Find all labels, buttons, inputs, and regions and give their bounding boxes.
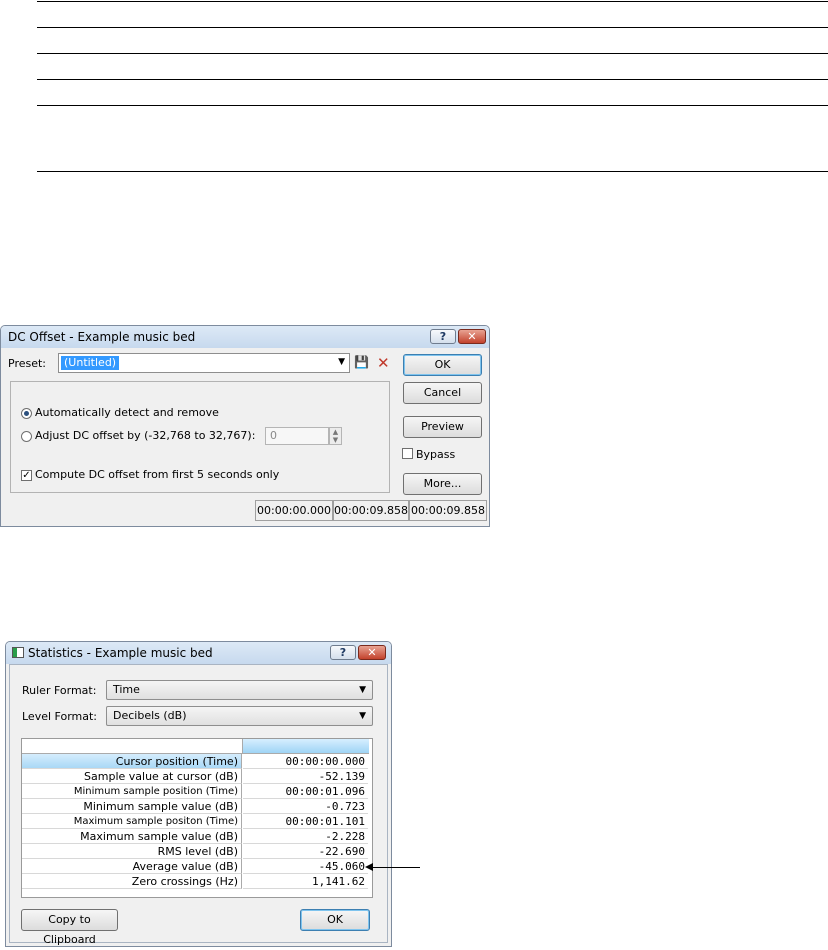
chevron-down-icon[interactable]: ▼ xyxy=(338,357,345,367)
compute-offset-checkbox[interactable]: ✓ xyxy=(21,470,32,481)
ruler-format-label: Ruler Format: xyxy=(22,684,97,697)
table-row[interactable]: Minimum sample position (Time) 00:00:01.… xyxy=(22,784,368,799)
stat-value: -45.060 xyxy=(243,859,368,874)
table-row[interactable]: Sample value at cursor (dB) -52.139 xyxy=(22,769,368,784)
adjust-offset-label[interactable]: Adjust DC offset by (-32,768 to 32,767): xyxy=(35,429,255,442)
preset-value[interactable]: (Untitled) xyxy=(61,356,120,370)
table-header-value[interactable] xyxy=(242,739,369,754)
adjust-offset-radio[interactable] xyxy=(21,431,32,442)
dc-offset-window: DC Offset - Example music bed ? ✕ Preset… xyxy=(0,325,490,527)
preset-combo[interactable]: (Untitled) ▼ xyxy=(58,353,350,373)
table-row[interactable]: RMS level (dB) -22.690 xyxy=(22,844,368,859)
rule-2 xyxy=(37,27,828,28)
rule-6 xyxy=(37,171,828,172)
stat-value: -52.139 xyxy=(243,769,368,784)
ok-button[interactable]: OK xyxy=(403,354,482,376)
statistics-table[interactable]: Cursor position (Time) 00:00:00.000 Samp… xyxy=(21,738,373,898)
stat-name: Maximum sample positon (Time) xyxy=(22,814,242,829)
copy-to-clipboard-button[interactable]: Copy to Clipboard xyxy=(21,909,118,946)
statistics-client: Ruler Format: Time ▼ Level Format: Decib… xyxy=(9,664,388,946)
close-button[interactable]: ✕ xyxy=(458,329,486,344)
spin-stepper[interactable]: ▲ ▼ xyxy=(329,427,342,445)
help-button[interactable]: ? xyxy=(430,329,456,344)
spin-down-icon[interactable]: ▼ xyxy=(330,436,341,444)
rule-5 xyxy=(37,105,828,106)
more-button[interactable]: More... xyxy=(403,473,482,495)
stat-name: Minimum sample value (dB) xyxy=(22,799,242,814)
table-row[interactable]: Cursor position (Time) 00:00:00.000 xyxy=(22,754,368,769)
statistics-titlebar[interactable]: Statistics - Example music bed ? ✕ xyxy=(6,642,391,664)
rule-3 xyxy=(37,53,828,54)
level-format-value[interactable]: Decibels (dB) xyxy=(113,709,187,722)
stat-value: -22.690 xyxy=(243,844,368,859)
table-row[interactable]: Zero crossings (Hz) 1,141.62 xyxy=(22,874,368,889)
rule-4 xyxy=(37,79,828,80)
table-row[interactable]: Average value (dB) -45.060 xyxy=(22,859,368,874)
chevron-down-icon[interactable]: ▼ xyxy=(359,707,366,725)
ruler-format-select[interactable]: Time ▼ xyxy=(106,680,373,700)
stat-name: Sample value at cursor (dB) xyxy=(22,769,242,784)
table-row[interactable]: Minimum sample value (dB) -0.723 xyxy=(22,799,368,814)
stat-name: Cursor position (Time) xyxy=(22,754,242,769)
statistics-title: Statistics - Example music bed xyxy=(28,646,213,660)
spin-up-icon[interactable]: ▲ xyxy=(330,428,341,436)
stat-name: Average value (dB) xyxy=(22,859,242,874)
table-row[interactable]: Maximum sample value (dB) -2.228 xyxy=(22,829,368,844)
adjust-offset-input[interactable]: 0 xyxy=(265,427,329,445)
status-end-time: 00:00:09.858 xyxy=(333,500,409,521)
delete-preset-icon[interactable]: ✕ xyxy=(377,354,390,372)
help-button[interactable]: ? xyxy=(330,645,356,660)
preview-button[interactable]: Preview xyxy=(403,416,482,438)
close-button[interactable]: ✕ xyxy=(358,645,386,660)
stat-value: 00:00:01.096 xyxy=(243,784,368,799)
stat-name: Maximum sample value (dB) xyxy=(22,829,242,844)
callout-arrow-line xyxy=(368,867,420,868)
stat-value: 00:00:01.101 xyxy=(243,814,368,829)
callout-arrow-icon xyxy=(365,863,373,871)
save-preset-icon[interactable]: 💾 xyxy=(354,355,369,369)
table-row[interactable]: Maximum sample positon (Time) 00:00:01.1… xyxy=(22,814,368,829)
stat-value: 1,141.62 xyxy=(243,874,368,889)
statistics-app-icon xyxy=(12,647,24,658)
preset-label: Preset: xyxy=(8,357,47,370)
stat-value: 00:00:00.000 xyxy=(243,754,368,769)
level-format-label: Level Format: xyxy=(22,710,98,723)
stat-name: Minimum sample position (Time) xyxy=(22,784,242,799)
bypass-label[interactable]: Bypass xyxy=(416,448,455,461)
compute-offset-label[interactable]: Compute DC offset from first 5 seconds o… xyxy=(35,468,279,481)
stat-name: RMS level (dB) xyxy=(22,844,242,859)
chevron-down-icon[interactable]: ▼ xyxy=(359,681,366,699)
auto-detect-label[interactable]: Automatically detect and remove xyxy=(35,406,219,419)
cancel-button[interactable]: Cancel xyxy=(403,382,482,404)
stat-value: -0.723 xyxy=(243,799,368,814)
stat-name: Zero crossings (Hz) xyxy=(22,874,242,889)
statistics-window: Statistics - Example music bed ? ✕ Ruler… xyxy=(5,641,392,947)
stat-value: -2.228 xyxy=(243,829,368,844)
ok-button[interactable]: OK xyxy=(300,909,370,931)
status-start-time: 00:00:00.000 xyxy=(255,500,333,521)
ruler-format-value[interactable]: Time xyxy=(113,683,140,696)
dc-offset-title: DC Offset - Example music bed xyxy=(8,330,196,344)
status-length: 00:00:09.858 xyxy=(409,500,487,521)
bypass-checkbox[interactable] xyxy=(402,448,413,459)
auto-detect-radio[interactable] xyxy=(21,408,32,419)
rule-1 xyxy=(37,1,828,2)
level-format-select[interactable]: Decibels (dB) ▼ xyxy=(106,706,373,726)
table-header-name[interactable] xyxy=(22,739,242,754)
dc-offset-titlebar[interactable]: DC Offset - Example music bed ? ✕ xyxy=(1,326,489,348)
